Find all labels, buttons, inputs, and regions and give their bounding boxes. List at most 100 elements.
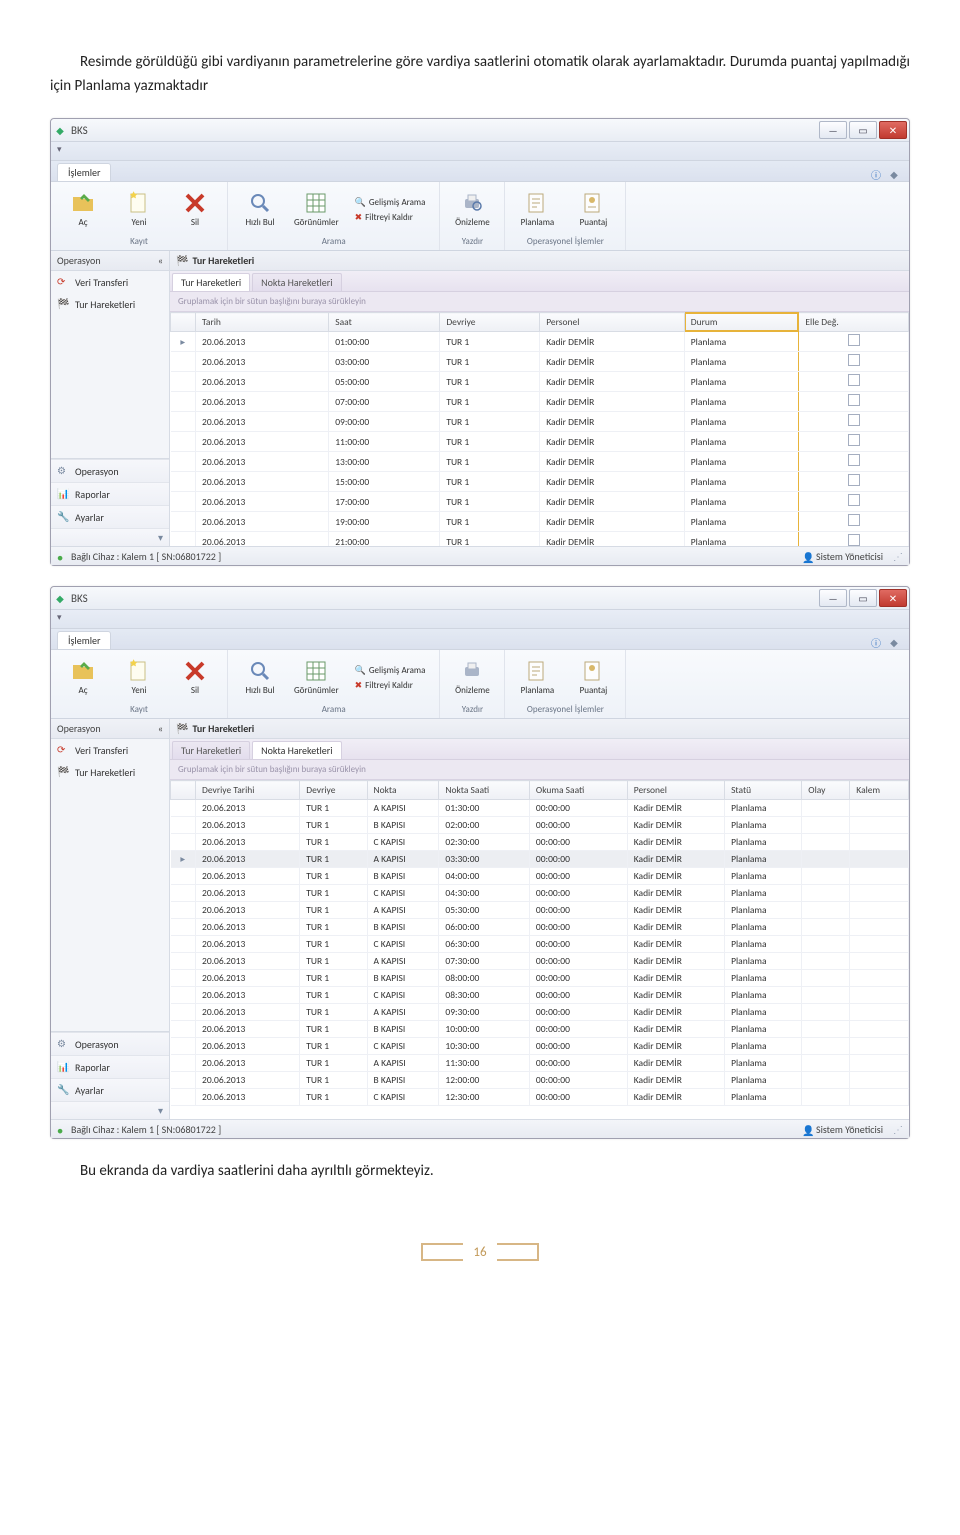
planlama-button[interactable]: Planlama [509, 189, 565, 230]
table-row[interactable]: 20.06.201313:00:00TUR 1Kadir DEMİRPlanla… [171, 452, 909, 472]
table-row[interactable]: 20.06.2013TUR 1A KAPISI05:30:0000:00:00K… [171, 902, 909, 919]
quick-access-toolbar[interactable]: ▾ [51, 610, 909, 629]
column-header[interactable]: Devriye Tarihi [196, 781, 300, 800]
table-row[interactable]: 20.06.2013TUR 1B KAPISI08:00:0000:00:00K… [171, 970, 909, 987]
sidebar-nav-ayarlar[interactable]: 🔧Ayarlar [51, 1078, 169, 1101]
sidebar-collapse-icon[interactable]: « [158, 722, 163, 735]
table-row[interactable]: ▸20.06.201301:00:00TUR 1Kadir DEMİRPlanl… [171, 332, 909, 352]
sidebar-item-tur-hareketleri[interactable]: 🏁Tur Hareketleri [51, 293, 169, 315]
column-header[interactable]: Personel [627, 781, 724, 800]
maximize-button[interactable]: ▭ [849, 589, 877, 607]
table-row[interactable]: 20.06.2013TUR 1B KAPISI02:00:0000:00:00K… [171, 817, 909, 834]
column-header[interactable]: Devriye [440, 313, 540, 332]
table-row[interactable]: 20.06.201303:00:00TUR 1Kadir DEMİRPlanla… [171, 352, 909, 372]
checkbox[interactable] [848, 494, 860, 506]
delete-button[interactable]: Sil [167, 657, 223, 698]
resize-grip-icon[interactable]: ⋰ [891, 1123, 903, 1136]
table-row[interactable]: 20.06.2013TUR 1C KAPISI06:30:0000:00:00K… [171, 936, 909, 953]
checkbox[interactable] [848, 414, 860, 426]
qat-dropdown-icon[interactable]: ▾ [57, 612, 71, 626]
table-row[interactable]: 20.06.201307:00:00TUR 1Kadir DEMİRPlanla… [171, 392, 909, 412]
table-row[interactable]: 20.06.2013TUR 1A KAPISI11:30:0000:00:00K… [171, 1055, 909, 1072]
sidebar-item-tur-hareketleri[interactable]: 🏁Tur Hareketleri [51, 761, 169, 783]
tab-nokta-hareketleri[interactable]: Nokta Hareketleri [252, 741, 341, 759]
table-row[interactable]: 20.06.201305:00:00TUR 1Kadir DEMİRPlanla… [171, 372, 909, 392]
sidebar-nav-operasyon[interactable]: ⚙Operasyon [51, 459, 169, 482]
checkbox[interactable] [848, 434, 860, 446]
column-header[interactable]: Nokta Saati [439, 781, 530, 800]
sidebar-overflow-icon[interactable]: ▾ [158, 531, 163, 544]
maximize-button[interactable]: ▭ [849, 121, 877, 139]
table-row[interactable]: 20.06.2013TUR 1A KAPISI09:30:0000:00:00K… [171, 1004, 909, 1021]
tab-tur-hareketleri[interactable]: Tur Hareketleri [172, 741, 250, 759]
table-row[interactable]: ▸20.06.2013TUR 1A KAPISI03:30:0000:00:00… [171, 851, 909, 868]
table-row[interactable]: 20.06.2013TUR 1B KAPISI10:00:0000:00:00K… [171, 1021, 909, 1038]
checkbox[interactable] [848, 454, 860, 466]
sidebar-item-veri-transferi[interactable]: ⟳Veri Transferi [51, 271, 169, 293]
resize-grip-icon[interactable]: ⋰ [891, 550, 903, 563]
sidebar-overflow-icon[interactable]: ▾ [158, 1104, 163, 1117]
column-header[interactable]: Saat [329, 313, 440, 332]
grid-2[interactable]: Devriye TarihiDevriyeNoktaNokta SaatiOku… [170, 780, 909, 1119]
table-row[interactable]: 20.06.201317:00:00TUR 1Kadir DEMİRPlanla… [171, 492, 909, 512]
table-row[interactable]: 20.06.2013TUR 1B KAPISI04:00:0000:00:00K… [171, 868, 909, 885]
table-row[interactable]: 20.06.201309:00:00TUR 1Kadir DEMİRPlanla… [171, 412, 909, 432]
sidebar-nav-raporlar[interactable]: 📊Raporlar [51, 482, 169, 505]
column-header[interactable]: Kalem [850, 781, 909, 800]
new-button[interactable]: Yeni [111, 189, 167, 230]
delete-button[interactable]: Sil [167, 189, 223, 230]
table-row[interactable]: 20.06.2013TUR 1C KAPISI08:30:0000:00:00K… [171, 987, 909, 1004]
tab-nokta-hareketleri[interactable]: Nokta Hareketleri [252, 273, 341, 291]
info-icon[interactable]: ⓘ [869, 167, 883, 181]
table-row[interactable]: 20.06.201315:00:00TUR 1Kadir DEMİRPlanla… [171, 472, 909, 492]
group-by-hint[interactable]: Gruplamak için bir sütun başlığını buray… [170, 760, 909, 780]
help-icon[interactable]: ◆ [887, 635, 901, 649]
info-icon[interactable]: ⓘ [869, 635, 883, 649]
table-row[interactable]: 20.06.201321:00:00TUR 1Kadir DEMİRPlanla… [171, 532, 909, 547]
preview-button[interactable]: Önizleme [444, 657, 500, 698]
table-row[interactable]: 20.06.2013TUR 1B KAPISI12:00:0000:00:00K… [171, 1072, 909, 1089]
title-bar[interactable]: ◆ BKS — ▭ ✕ [51, 119, 909, 142]
column-header[interactable]: Elle Değ. [799, 313, 909, 332]
new-button[interactable]: Yeni [111, 657, 167, 698]
sidebar-nav-raporlar[interactable]: 📊Raporlar [51, 1055, 169, 1078]
column-header[interactable]: Durum [684, 313, 799, 332]
close-button[interactable]: ✕ [879, 121, 907, 139]
advanced-search-button[interactable]: 🔍Gelişmiş Arama [349, 664, 432, 677]
quick-access-toolbar[interactable]: ▾ [51, 142, 909, 161]
views-button[interactable]: Görünümler [288, 657, 345, 698]
table-row[interactable]: 20.06.2013TUR 1C KAPISI10:30:0000:00:00K… [171, 1038, 909, 1055]
table-row[interactable]: 20.06.201319:00:00TUR 1Kadir DEMİRPlanla… [171, 512, 909, 532]
clear-filter-button[interactable]: ✖Filtreyi Kaldır [349, 679, 432, 692]
close-button[interactable]: ✕ [879, 589, 907, 607]
sidebar-item-veri-transferi[interactable]: ⟳Veri Transferi [51, 739, 169, 761]
table-row[interactable]: 20.06.2013TUR 1C KAPISI12:30:0000:00:00K… [171, 1089, 909, 1106]
views-button[interactable]: Görünümler [288, 189, 345, 230]
group-by-hint[interactable]: Gruplamak için bir sütun başlığını buray… [170, 292, 909, 312]
checkbox[interactable] [848, 534, 860, 546]
title-bar[interactable]: ◆ BKS — ▭ ✕ [51, 587, 909, 610]
help-icon[interactable]: ◆ [887, 167, 901, 181]
ribbon-tab-islemler[interactable]: İşlemler [57, 163, 111, 181]
sidebar-collapse-icon[interactable]: « [158, 254, 163, 267]
column-header[interactable]: Okuma Saati [529, 781, 627, 800]
open-button[interactable]: Aç [55, 189, 111, 230]
tab-tur-hareketleri[interactable]: Tur Hareketleri [172, 273, 250, 291]
column-header[interactable]: Olay [802, 781, 850, 800]
quick-find-button[interactable]: Hızlı Bul [232, 189, 288, 230]
table-row[interactable]: 20.06.2013TUR 1A KAPISI07:30:0000:00:00K… [171, 953, 909, 970]
sidebar-nav-ayarlar[interactable]: 🔧Ayarlar [51, 505, 169, 528]
qat-dropdown-icon[interactable]: ▾ [57, 144, 71, 158]
checkbox[interactable] [848, 394, 860, 406]
clear-filter-button[interactable]: ✖Filtreyi Kaldır [349, 211, 432, 224]
column-header[interactable]: Nokta [367, 781, 439, 800]
checkbox[interactable] [848, 474, 860, 486]
open-button[interactable]: Aç [55, 657, 111, 698]
preview-button[interactable]: Önizleme [444, 189, 500, 230]
table-row[interactable]: 20.06.2013TUR 1A KAPISI01:30:0000:00:00K… [171, 800, 909, 817]
puantaj-button[interactable]: Puantaj [565, 657, 621, 698]
column-header[interactable]: Devriye [300, 781, 367, 800]
column-header[interactable]: Tarih [196, 313, 329, 332]
ribbon-tab-islemler[interactable]: İşlemler [57, 631, 111, 649]
table-row[interactable]: 20.06.2013TUR 1B KAPISI06:00:0000:00:00K… [171, 919, 909, 936]
